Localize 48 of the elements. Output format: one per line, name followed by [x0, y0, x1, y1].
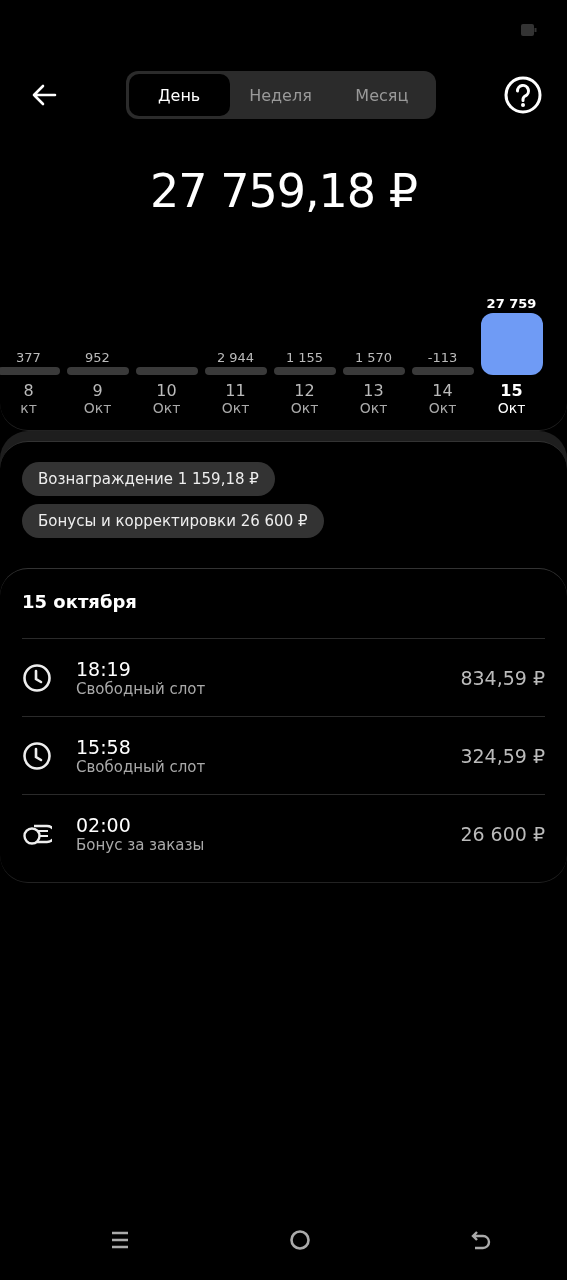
month-label: кт	[20, 400, 37, 416]
home-icon[interactable]	[289, 1229, 311, 1251]
summary-chip[interactable]: Вознаграждение 1 159,18 ₽	[22, 462, 275, 496]
entry-title: Свободный слот	[76, 679, 207, 698]
day-label: 15	[500, 381, 523, 400]
period-tab[interactable]: Месяц	[331, 74, 433, 116]
day-value: 377	[16, 350, 41, 365]
entry-amount: 26 600 ₽	[460, 822, 545, 845]
month-label: Окт	[83, 400, 112, 416]
month-label: Окт	[428, 400, 457, 416]
day-label: 11	[225, 381, 246, 400]
clock-icon	[22, 740, 52, 771]
day-label: 13	[363, 381, 384, 400]
month-label: Окт	[359, 400, 388, 416]
entry-amount: 834,59 ₽	[460, 666, 545, 689]
period-tab[interactable]: День	[128, 74, 230, 116]
day-value: 1 570	[354, 350, 393, 365]
day-value: 952	[85, 350, 110, 365]
menu-icon[interactable]	[110, 1230, 130, 1250]
day-bar[interactable]	[480, 313, 543, 375]
month-label: Окт	[290, 400, 319, 416]
month-label: Окт	[221, 400, 250, 416]
day-value: 27 759	[486, 296, 537, 311]
day-title: 15 октября	[22, 591, 545, 639]
total-amount: 27 759,18 ₽	[149, 164, 418, 218]
entry-time: 02:00	[76, 813, 132, 836]
entry-time: 15:58	[76, 735, 132, 758]
day-value: 1 155	[285, 350, 324, 365]
day-label: 8	[23, 381, 34, 400]
entry-amount: 324,59 ₽	[460, 744, 545, 767]
back-arrow-icon[interactable]	[31, 84, 57, 106]
summary-chip[interactable]: Бонусы и корректировки 26 600 ₽	[22, 504, 324, 538]
clock-icon	[22, 662, 52, 693]
day-label: 14	[432, 381, 453, 400]
back-icon[interactable]	[470, 1229, 492, 1251]
period-tab[interactable]: Неделя	[229, 74, 332, 116]
day-label: 9	[92, 381, 103, 400]
battery-icon	[521, 24, 537, 36]
day-value: 2 944	[216, 350, 255, 365]
day-label: 10	[156, 381, 177, 400]
month-label: Окт	[152, 400, 181, 416]
help-icon[interactable]	[504, 76, 542, 114]
month-label: Окт	[497, 400, 526, 416]
entry-title: Свободный слот	[76, 757, 207, 776]
entry-title: Бонус за заказы	[76, 835, 206, 854]
day-label: 12	[294, 381, 315, 400]
day-value: -113	[427, 350, 458, 365]
entry-time: 18:19	[76, 657, 132, 680]
